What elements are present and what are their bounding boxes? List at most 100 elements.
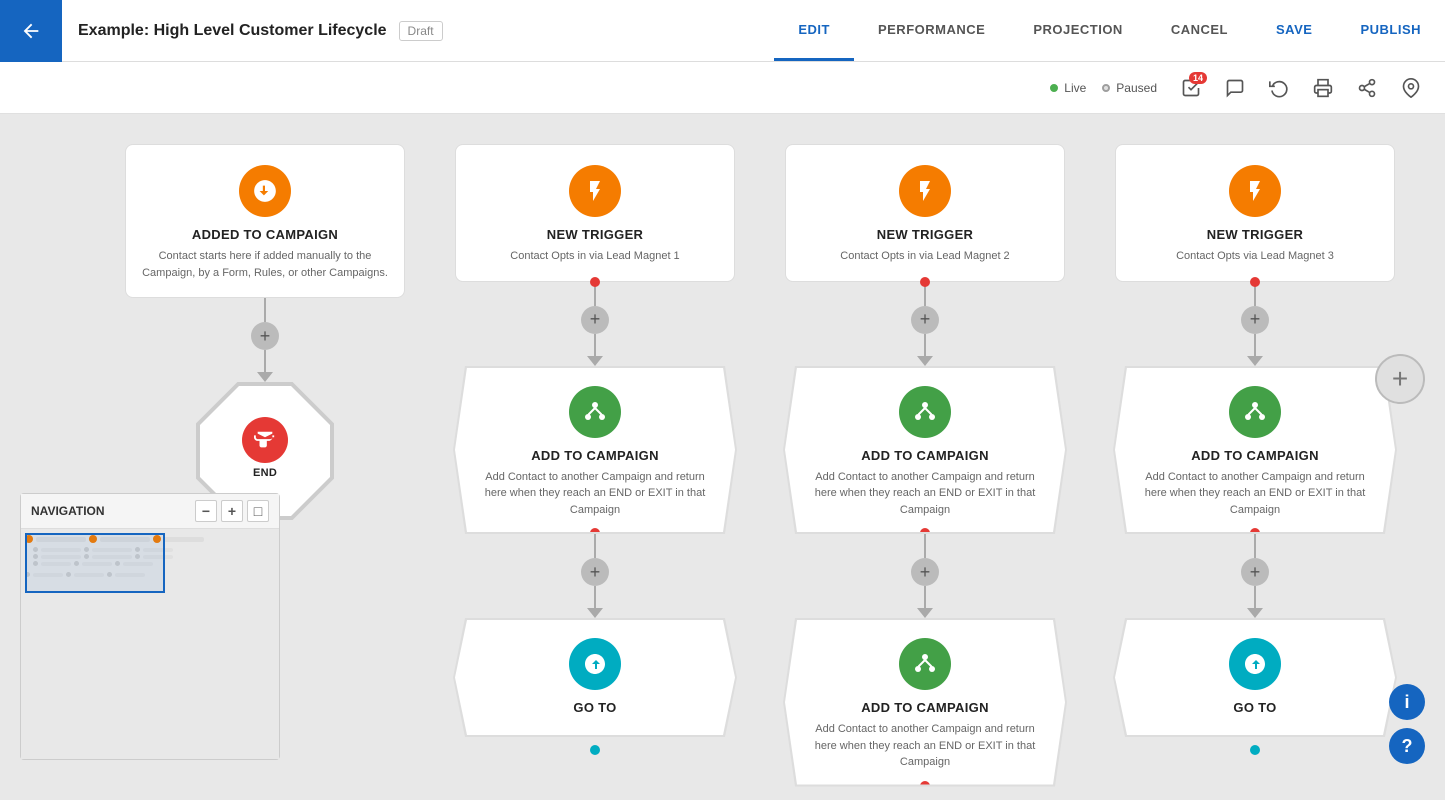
line — [1254, 586, 1256, 610]
status-dot-red-6 — [1250, 277, 1260, 287]
goto-2-card[interactable]: GO TO — [1115, 620, 1395, 735]
add-step-btn-6[interactable]: + — [1241, 306, 1269, 334]
network-icon-4 — [1229, 386, 1281, 438]
nav-projection[interactable]: PROJECTION — [1009, 0, 1147, 61]
new-trigger-1-desc: Contact Opts in via Lead Magnet 1 — [510, 248, 679, 265]
back-button[interactable] — [0, 0, 62, 62]
nav-edit[interactable]: EDIT — [774, 0, 854, 61]
connector-4: + — [760, 282, 1090, 366]
goto-icon-1 — [569, 638, 621, 690]
flow-column-1: ADDED TO CAMPAIGN Contact starts here if… — [100, 144, 430, 520]
add-campaign-1-desc: Add Contact to another Campaign and retu… — [475, 469, 715, 519]
secondary-toolbar: Live Paused 14 — [0, 62, 1445, 114]
add-campaign-2-card[interactable]: ADD TO CAMPAIGN Add Contact to another C… — [785, 368, 1065, 533]
info-button[interactable]: i — [1389, 684, 1425, 720]
tasks-button[interactable]: 14 — [1173, 70, 1209, 106]
print-button[interactable] — [1305, 70, 1341, 106]
goto-2-title: GO TO — [1233, 700, 1276, 715]
share-button[interactable] — [1349, 70, 1385, 106]
added-to-campaign-card[interactable]: ADDED TO CAMPAIGN Contact starts here if… — [125, 144, 405, 298]
goto-1-card[interactable]: GO TO — [455, 620, 735, 735]
add-campaign-4-title: ADD TO CAMPAIGN — [1191, 448, 1319, 463]
connector-3: + — [430, 534, 760, 618]
hand-icon — [242, 417, 288, 463]
nav-panel-controls: − + □ — [195, 500, 269, 522]
nav-panel-header: NAVIGATION − + □ — [21, 494, 279, 529]
hex-outer-2: ADD TO CAMPAIGN Add Contact to another C… — [783, 366, 1067, 535]
add-step-btn-1[interactable]: + — [251, 322, 279, 350]
nav-fit-button[interactable]: □ — [247, 500, 269, 522]
add-trigger-button[interactable]: + — [1375, 354, 1425, 404]
line — [594, 334, 596, 358]
add-step-btn-3[interactable]: + — [581, 558, 609, 586]
new-trigger-1-card[interactable]: NEW TRIGGER Contact Opts in via Lead Mag… — [455, 144, 735, 282]
history-button[interactable] — [1261, 70, 1297, 106]
add-campaign-4-container: ADD TO CAMPAIGN Add Contact to another C… — [1113, 366, 1397, 535]
arrow — [1247, 608, 1263, 618]
added-to-campaign-desc: Contact starts here if added manually to… — [142, 248, 388, 281]
add-step-btn-2[interactable]: + — [581, 306, 609, 334]
new-trigger-2-desc: Contact Opts in via Lead Magnet 2 — [840, 248, 1009, 265]
nav-panel-content[interactable] — [21, 529, 279, 759]
goto-connector-dot-1 — [590, 745, 600, 755]
add-campaign-1-card[interactable]: ADD TO CAMPAIGN Add Contact to another C… — [455, 368, 735, 533]
line — [924, 586, 926, 610]
new-trigger-2-title: NEW TRIGGER — [877, 227, 973, 242]
nav-save[interactable]: SAVE — [1252, 0, 1336, 61]
goto-icon-2 — [1229, 638, 1281, 690]
canvas: ADDED TO CAMPAIGN Contact starts here if… — [0, 114, 1445, 800]
add-campaign-2-desc: Add Contact to another Campaign and retu… — [805, 469, 1045, 519]
status-dot-red-5 — [920, 781, 930, 791]
connector-2: + — [430, 282, 760, 366]
bolt-icon-2 — [899, 165, 951, 217]
add-campaign-3-container: ADD TO CAMPAIGN Add Contact to another C… — [783, 618, 1067, 787]
add-campaign-1-container: ADD TO CAMPAIGN Add Contact to another C… — [453, 366, 737, 535]
add-campaign-4-desc: Add Contact to another Campaign and retu… — [1135, 469, 1375, 519]
nav-cancel[interactable]: CANCEL — [1147, 0, 1252, 61]
pin-button[interactable] — [1393, 70, 1429, 106]
hex-outer-1: ADD TO CAMPAIGN Add Contact to another C… — [453, 366, 737, 535]
new-trigger-3-card[interactable]: NEW TRIGGER Contact Opts via Lead Magnet… — [1115, 144, 1395, 282]
line — [1254, 534, 1256, 558]
new-trigger-2-card[interactable]: NEW TRIGGER Contact Opts in via Lead Mag… — [785, 144, 1065, 282]
comments-button[interactable] — [1217, 70, 1253, 106]
add-campaign-4-card[interactable]: ADD TO CAMPAIGN Add Contact to another C… — [1115, 368, 1395, 533]
bolt-icon-1 — [569, 165, 621, 217]
help-button[interactable]: ? — [1389, 728, 1425, 764]
hex-outer-goto-1: GO TO — [453, 618, 737, 737]
paused-label: Paused — [1116, 81, 1157, 95]
goto-1-title: GO TO — [573, 700, 616, 715]
end-title: END — [253, 467, 277, 479]
nav-publish[interactable]: PUBLISH — [1336, 0, 1445, 61]
download-icon — [239, 165, 291, 217]
connector-1: + — [100, 298, 430, 382]
campaign-title: Example: High Level Customer Lifecycle — [78, 22, 387, 40]
nav-performance[interactable]: PERFORMANCE — [854, 0, 1009, 61]
draft-badge: Draft — [399, 21, 443, 41]
top-header: Example: High Level Customer Lifecycle D… — [0, 0, 1445, 62]
connector-6: + — [1090, 282, 1420, 366]
add-step-btn-4[interactable]: + — [911, 306, 939, 334]
line — [594, 534, 596, 558]
flow-column-2: NEW TRIGGER Contact Opts in via Lead Mag… — [430, 144, 760, 755]
nav-zoom-in-button[interactable]: + — [221, 500, 243, 522]
arrow — [917, 356, 933, 366]
add-campaign-3-card[interactable]: ADD TO CAMPAIGN Add Contact to another C… — [785, 620, 1065, 785]
add-step-btn-5[interactable]: + — [911, 558, 939, 586]
connector-7: + — [1090, 534, 1420, 618]
line — [924, 534, 926, 558]
paused-status: Paused — [1102, 81, 1157, 95]
bolt-icon-3 — [1229, 165, 1281, 217]
hex-outer-4: ADD TO CAMPAIGN Add Contact to another C… — [1113, 366, 1397, 535]
add-campaign-3-title: ADD TO CAMPAIGN — [861, 700, 989, 715]
nav-zoom-out-button[interactable]: − — [195, 500, 217, 522]
line — [1254, 334, 1256, 358]
flow-column-4: NEW TRIGGER Contact Opts via Lead Magnet… — [1090, 144, 1420, 755]
connector-5: + — [760, 534, 1090, 618]
hex-outer-goto-2: GO TO — [1113, 618, 1397, 737]
goto-1-container: GO TO — [453, 618, 737, 755]
add-step-btn-7[interactable]: + — [1241, 558, 1269, 586]
live-label: Live — [1064, 81, 1086, 95]
live-status: Live — [1050, 81, 1086, 95]
new-trigger-1-title: NEW TRIGGER — [547, 227, 643, 242]
